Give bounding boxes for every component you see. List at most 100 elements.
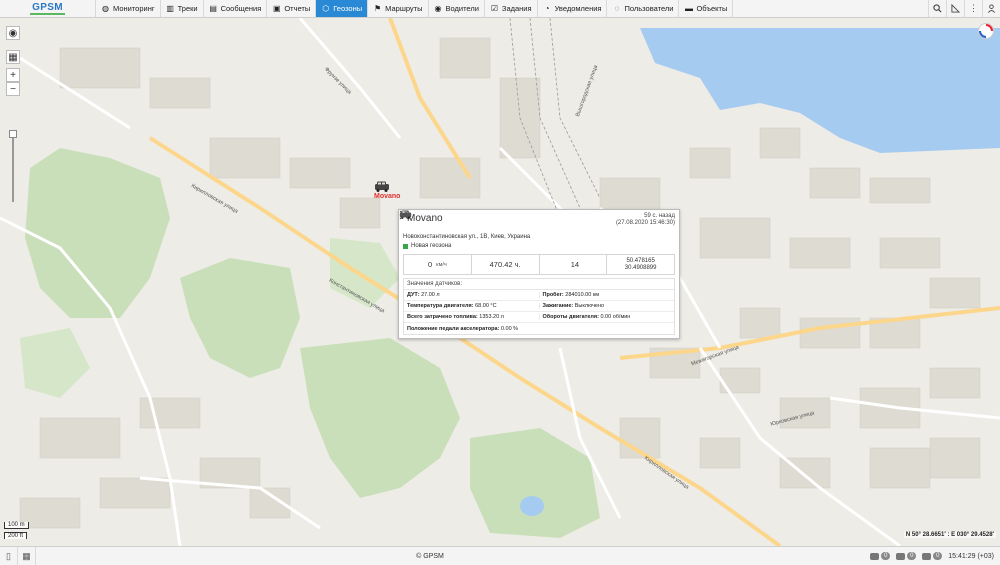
geofence-name: Новая геозона (411, 243, 452, 249)
geofence-row: Новая геозона (403, 243, 675, 249)
vehicle-name: Movano (407, 213, 443, 224)
sensor-cell: Температура двигателя: 68.00 °C (404, 303, 539, 309)
sensor-cell: Зажигание: Выключено (538, 303, 675, 309)
zoom-in-button[interactable]: + (6, 68, 20, 82)
report-icon: ▣ (273, 4, 281, 13)
satellites-value: 14 (570, 260, 580, 269)
sensor-key: Всего затрачено топлива: (407, 314, 478, 320)
event-icon (922, 552, 932, 560)
nav-tab-label: Водители (445, 4, 479, 13)
speed-stat: 0 км/ч (404, 255, 472, 274)
nav-tab-10[interactable]: ▬ Объекты (679, 0, 734, 17)
sensor-row: Положение педали акселератора: 0.00 % (404, 323, 674, 334)
car-icon (375, 181, 396, 193)
sensor-value: 68.00 °C (475, 303, 497, 309)
nav-tab-5[interactable]: ⚑ Маршруты (368, 0, 429, 17)
more-icon[interactable]: ⋮ (964, 0, 982, 17)
zoom-out-button[interactable]: − (6, 82, 20, 96)
nav-tab-label: Треки (177, 4, 198, 13)
sensor-key: Пробег: (542, 292, 564, 298)
sensor-cell: Обороты двигателя: 0.00 об/мин (538, 314, 675, 320)
nav-tab-1[interactable]: ▥ Треки (161, 0, 204, 17)
latitude-value: 50.478165 (626, 257, 655, 264)
nav-tab-9[interactable]: ◌ Пользователи (607, 0, 680, 17)
sensors-title: Значения датчиков: (404, 279, 674, 290)
bell-icon: ◔ (544, 4, 550, 13)
nav-tab-label: Объекты (696, 4, 728, 13)
sensor-row: ДУТ: 27.00 л Пробег: 284010.00 км (404, 290, 674, 301)
sensor-key: Обороты двигателя: (542, 314, 599, 320)
events-counter[interactable]: 0 (922, 552, 943, 560)
sensor-cell: Положение педали акселератора: 0.00 % (404, 326, 539, 332)
top-navigation-bar: GPSM ◍ Мониторинг ▥ Треки ▤ Сообщения ▣ Отчеты ⬡… (0, 0, 1000, 18)
copyright: © GPSM (416, 552, 444, 560)
nav-tab-label: Сообщения (220, 4, 262, 13)
bell-icon (896, 552, 906, 560)
engine-hours-value: 470.42 ч. (489, 260, 521, 269)
sensor-value: 0.00 об/мин (600, 314, 631, 320)
sensor-key: ДУТ: (407, 292, 420, 298)
nav-tab-8[interactable]: ◔ Уведомления (538, 0, 608, 17)
sensor-value: 27.00 л (421, 292, 440, 298)
driver-icon: ◉ (434, 4, 442, 13)
map-scale-metric: 100 m (4, 522, 29, 529)
sensor-row: Всего затрачено топлива: 1353.20 л Оборот… (404, 312, 674, 323)
map-type-icon[interactable]: ▦ (6, 50, 20, 64)
nav-tab-label: Отчеты (284, 4, 311, 13)
nav-tab-6[interactable]: ◉ Водители (429, 0, 485, 17)
route-icon: ⚑ (374, 4, 382, 13)
speed-value: 0 (427, 260, 433, 269)
nav-tab-label: Мониторинг (113, 4, 155, 13)
nav-tab-4[interactable]: ⬡ Геозоны (316, 0, 369, 17)
sensor-key: Зажигание: (542, 303, 574, 309)
nav-tab-label: Геозоны (333, 4, 363, 13)
notifications-counter[interactable]: 0 (896, 552, 917, 560)
measure-icon[interactable] (946, 0, 964, 17)
sensor-row: Температура двигателя: 68.00 °C Зажигание… (404, 301, 674, 312)
engine-hours-stat: 470.42 ч. (472, 255, 540, 274)
sensor-cell: Всего затрачено топлива: 1353.20 л (404, 314, 539, 320)
message-icon (870, 552, 880, 560)
nav-tab-7[interactable]: ☑ Задания (485, 0, 538, 17)
last-message-datetime: (27.08.2020 15:46:30) (615, 220, 675, 226)
status-bar: ▯ ▦ © GPSM 0 0 0 15:41:29 (+03) (0, 546, 1000, 565)
zoom-slider-track[interactable] (12, 132, 14, 202)
sensor-key: Температура двигателя: (407, 303, 474, 309)
vehicle-marker-label: Movano (374, 193, 401, 200)
sensors-table: Значения датчиков: ДУТ: 27.00 л Пробег: 2… (403, 278, 675, 335)
zoom-slider-handle[interactable] (9, 130, 17, 138)
vehicle-address: Новоконстантиновская ул., 1В, Киев, Укра… (403, 234, 531, 240)
vehicle-info-popup: Movano 59 с. назад (27.08.2020 15:46:30)… (398, 209, 680, 339)
map-view[interactable]: Кирилловская улица Константиновская улиц… (0, 18, 1000, 546)
nav-tab-label: Пользователи (624, 4, 674, 13)
cursor-coordinates: N 50° 28.6651′ : E 030° 29.4528′ (903, 532, 996, 538)
last-message-ago: 59 с. назад (644, 213, 675, 219)
nav-tab-label: Маршруты (385, 4, 423, 13)
map-scale-imperial: 200 ft (4, 532, 28, 539)
logo[interactable]: GPSM (0, 0, 96, 17)
server-time: 15:41:29 (+03) (948, 552, 994, 560)
search-icon[interactable] (928, 0, 946, 17)
topbar-tools: ⋮ (928, 0, 1000, 17)
nav-tab-0[interactable]: ◍ Мониторинг (96, 0, 161, 17)
geofence-icon: ⬡ (322, 4, 330, 13)
nav-tab-2[interactable]: ▤ Сообщения (204, 0, 268, 17)
speed-unit: км/ч (436, 261, 447, 268)
sensor-key: Положение педали акселератора: (407, 325, 500, 332)
chart-icon: ▥ (166, 4, 174, 13)
layers-icon[interactable]: ◉ (6, 26, 20, 40)
truck-icon: ▬ (684, 4, 693, 13)
nav-tab-label: Задания (501, 4, 532, 13)
vehicle-stats: 0 км/ч 470.42 ч. 14 50.478165 30.4908899 (399, 210, 675, 275)
coordinates-stat: 50.478165 30.4908899 (607, 255, 674, 274)
account-icon[interactable] (982, 0, 1000, 17)
sensor-value: 0.00 % (500, 325, 519, 332)
satellites-stat: 14 (399, 210, 608, 274)
globe-icon: ◍ (102, 4, 109, 13)
nav-tab-3[interactable]: ▣ Отчеты (267, 0, 317, 17)
messages-counter[interactable]: 0 (870, 552, 891, 560)
compass-icon[interactable] (978, 23, 994, 39)
vehicle-marker[interactable]: Movano (374, 181, 400, 200)
sensor-cell: ДУТ: 27.00 л (404, 292, 539, 298)
sensor-value: 1353.20 л (479, 314, 504, 320)
